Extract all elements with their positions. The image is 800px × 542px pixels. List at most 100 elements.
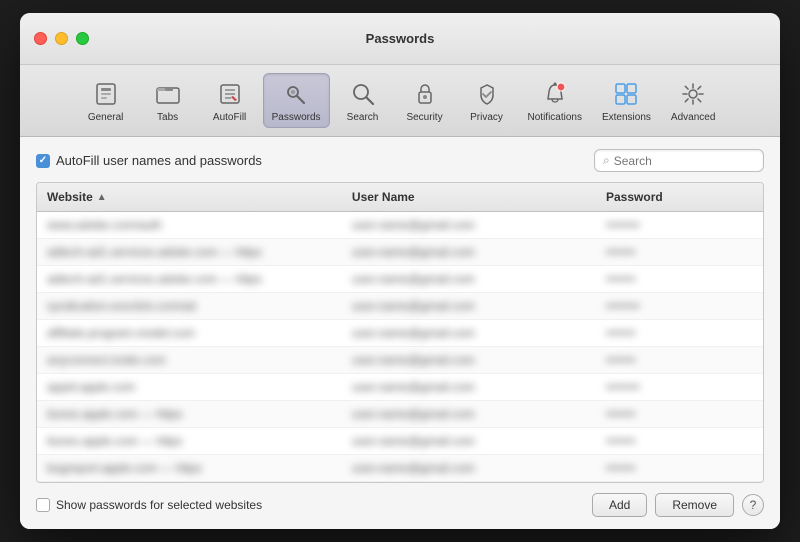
general-icon (90, 78, 122, 110)
cell-password: ••••••• (596, 322, 763, 344)
cell-password: ••••••• (596, 241, 763, 263)
cell-password: ••••••• (596, 457, 763, 479)
cell-username: user.name@gmail.com (342, 241, 596, 263)
notifications-icon (539, 78, 571, 110)
table-header: Website ▲ User Name Password (37, 183, 763, 212)
table-row[interactable]: syndication.exoclick.com/ad user.name@gm… (37, 293, 763, 320)
cell-username: user.name@gmail.com (342, 295, 596, 317)
toolbar-item-search[interactable]: Search (334, 74, 392, 127)
cell-username: user.name@gmail.com (342, 214, 596, 236)
security-icon (409, 78, 441, 110)
advanced-icon (677, 78, 709, 110)
passwords-table: Website ▲ User Name Password www.adobe.c… (36, 182, 764, 483)
cell-username: user.name@gmail.com (342, 268, 596, 290)
search-box[interactable]: ⌕ (594, 149, 764, 172)
tabs-icon (152, 78, 184, 110)
table-row[interactable]: adtech-ad1.services.adobe.com — https us… (37, 239, 763, 266)
show-passwords-label: Show passwords for selected websites (56, 498, 262, 512)
autofill-checkbox-row: AutoFill user names and passwords (36, 153, 262, 168)
cell-website: adtech-ad1.services.adobe.com — https (37, 241, 342, 263)
main-window: Passwords General Tabs AutoFill (20, 13, 780, 529)
table-row[interactable]: itunes.apple.com — https user.name@gmail… (37, 401, 763, 428)
toolbar: General Tabs AutoFill Passwords (20, 65, 780, 137)
table-row[interactable]: www.adobe.com/auth user.name@gmail.com •… (37, 212, 763, 239)
remove-button[interactable]: Remove (655, 493, 734, 517)
window-title: Passwords (366, 31, 435, 46)
bottom-buttons: Add Remove ? (592, 493, 764, 517)
toolbar-item-general[interactable]: General (77, 74, 135, 127)
toolbar-label-search: Search (347, 112, 379, 123)
cell-password: ••••••• (596, 349, 763, 371)
cell-username: user.name@gmail.com (342, 322, 596, 344)
cell-website: anyconnect.insite.com (37, 349, 342, 371)
toolbar-label-privacy: Privacy (470, 112, 503, 123)
table-row[interactable]: anyconnect.insite.com user.name@gmail.co… (37, 347, 763, 374)
cell-website: syndication.exoclick.com/ad (37, 295, 342, 317)
cell-username: user.name@gmail.com (342, 457, 596, 479)
passwords-icon (280, 78, 312, 110)
table-row[interactable]: bugreport.apple.com — https user.name@gm… (37, 455, 763, 482)
search-icon (347, 78, 379, 110)
toolbar-label-advanced: Advanced (671, 112, 715, 123)
window-controls (34, 32, 89, 45)
close-button[interactable] (34, 32, 47, 45)
cell-website: www.adobe.com/auth (37, 214, 342, 236)
bottom-bar: Show passwords for selected websites Add… (36, 493, 764, 517)
toolbar-label-security: Security (406, 112, 442, 123)
toolbar-item-extensions[interactable]: Extensions (594, 74, 659, 127)
show-passwords-checkbox[interactable] (36, 498, 50, 512)
cell-website: bugreport.apple.com — https (37, 457, 342, 479)
cell-password: •••••••• (596, 376, 763, 398)
cell-password: ••••••• (596, 430, 763, 452)
add-button[interactable]: Add (592, 493, 647, 517)
header-password: Password (596, 187, 763, 207)
header-website: Website ▲ (37, 187, 342, 207)
cell-website: itunes.apple.com — https (37, 430, 342, 452)
cell-website: appid.apple.com (37, 376, 342, 398)
toolbar-label-extensions: Extensions (602, 112, 651, 123)
cell-password: •••••••• (596, 214, 763, 236)
cell-username: user.name@gmail.com (342, 376, 596, 398)
toolbar-item-privacy[interactable]: Privacy (458, 74, 516, 127)
autofill-icon (214, 78, 246, 110)
cell-username: user.name@gmail.com (342, 349, 596, 371)
maximize-button[interactable] (76, 32, 89, 45)
table-row[interactable]: itunes.apple.com — https user.name@gmail… (37, 428, 763, 455)
cell-password: •••••••• (596, 295, 763, 317)
toolbar-item-notifications[interactable]: Notifications (520, 74, 590, 127)
table-row[interactable]: appid.apple.com user.name@gmail.com ••••… (37, 374, 763, 401)
minimize-button[interactable] (55, 32, 68, 45)
table-row[interactable]: affiliate.program.model.com user.name@gm… (37, 320, 763, 347)
cell-password: ••••••• (596, 403, 763, 425)
toolbar-label-tabs: Tabs (157, 112, 178, 123)
cell-password: ••••••• (596, 268, 763, 290)
privacy-icon (471, 78, 503, 110)
top-bar: AutoFill user names and passwords ⌕ (36, 149, 764, 172)
extensions-icon (610, 78, 642, 110)
toolbar-item-tabs[interactable]: Tabs (139, 74, 197, 127)
search-icon-small: ⌕ (603, 153, 610, 168)
search-input[interactable] (614, 154, 755, 168)
toolbar-label-notifications: Notifications (528, 112, 582, 123)
header-username: User Name (342, 187, 596, 207)
table-row[interactable]: adtech-ad1.services.adobe.com — https us… (37, 266, 763, 293)
cell-username: user.name@gmail.com (342, 430, 596, 452)
toolbar-item-autofill[interactable]: AutoFill (201, 74, 259, 127)
toolbar-label-autofill: AutoFill (213, 112, 246, 123)
titlebar: Passwords (20, 13, 780, 65)
sort-arrow-icon: ▲ (97, 192, 107, 203)
cell-website: adtech-ad1.services.adobe.com — https (37, 268, 342, 290)
cell-website: itunes.apple.com — https (37, 403, 342, 425)
help-button[interactable]: ? (742, 494, 764, 516)
toolbar-label-general: General (88, 112, 124, 123)
cell-username: user.name@gmail.com (342, 403, 596, 425)
autofill-checkbox[interactable] (36, 154, 50, 168)
main-content: AutoFill user names and passwords ⌕ Webs… (20, 137, 780, 529)
table-body: www.adobe.com/auth user.name@gmail.com •… (37, 212, 763, 482)
toolbar-label-passwords: Passwords (272, 112, 321, 123)
show-passwords-row: Show passwords for selected websites (36, 498, 262, 512)
toolbar-item-passwords[interactable]: Passwords (263, 73, 330, 128)
autofill-label: AutoFill user names and passwords (56, 153, 262, 168)
toolbar-item-security[interactable]: Security (396, 74, 454, 127)
toolbar-item-advanced[interactable]: Advanced (663, 74, 723, 127)
